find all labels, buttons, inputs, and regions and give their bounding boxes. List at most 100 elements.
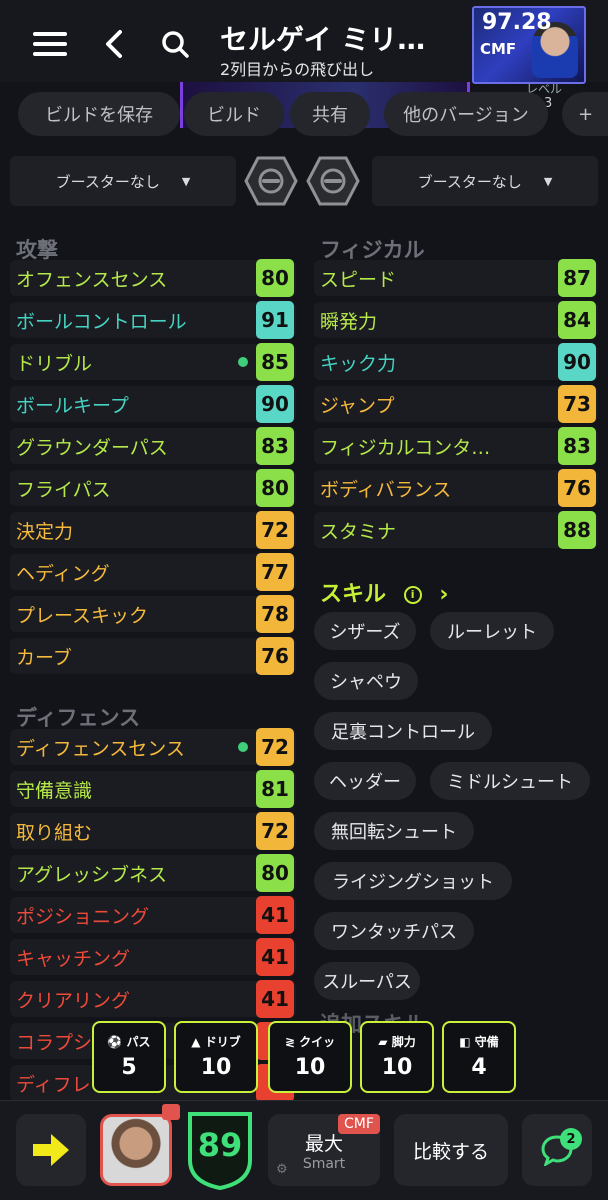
compare-button[interactable]: 比較する bbox=[394, 1114, 508, 1186]
player-name: セルゲイ ミリ… bbox=[220, 23, 426, 56]
boost-tile[interactable]: ▰ 脚力 10 bbox=[360, 1021, 434, 1093]
boost-tile[interactable]: ≷ クイッ 10 bbox=[268, 1021, 352, 1093]
boost-tile-label: クイッ bbox=[299, 1035, 336, 1049]
build-chip[interactable]: ビルド bbox=[184, 92, 284, 136]
defense-stat-label: コラプシ bbox=[16, 1032, 93, 1054]
back-chevron-icon[interactable] bbox=[94, 24, 134, 64]
defense-stat-value: 41 bbox=[256, 938, 294, 976]
boost-tile[interactable]: ▲ ドリブ 10 bbox=[174, 1021, 258, 1093]
boost-tile-header: ◧ 守備 bbox=[444, 1033, 514, 1050]
skill-pill[interactable]: ワンタッチパス bbox=[314, 912, 474, 950]
defense-stat-value: 41 bbox=[256, 896, 294, 934]
defense-stat-value: 72 bbox=[256, 812, 294, 850]
defense-stat-label: ポジショニング bbox=[16, 906, 150, 928]
attack-stat-value: 90 bbox=[256, 385, 294, 423]
attack-stat-row: ボールコントロール bbox=[10, 302, 296, 338]
attack-stat-value: 80 bbox=[256, 259, 294, 297]
physical-stat-value: 84 bbox=[558, 301, 596, 339]
skill-pill[interactable]: シザーズ bbox=[314, 612, 416, 650]
settings-gear-icon: ⚙ bbox=[276, 1162, 288, 1177]
boost-tile-label: 守備 bbox=[474, 1035, 499, 1049]
boot-icon: ▰ bbox=[378, 1035, 392, 1049]
lock-icon bbox=[162, 1104, 180, 1120]
chat-button[interactable] bbox=[522, 1114, 592, 1186]
attack-stat-value: 77 bbox=[256, 553, 294, 591]
save-build-chip[interactable]: ビルドを保存 bbox=[18, 92, 180, 136]
booster-select-right[interactable]: ブースターなし ▼ bbox=[372, 156, 598, 206]
arrow-right-icon bbox=[33, 1134, 69, 1166]
defense-stat-row: ポジショニング bbox=[10, 897, 296, 933]
mode-sub-label: Smart bbox=[302, 1155, 346, 1172]
search-icon[interactable] bbox=[155, 24, 195, 64]
physical-stat-label: ボディバランス bbox=[320, 479, 452, 501]
attack-stat-label: オフェンスセンス bbox=[16, 269, 168, 291]
skill-pill[interactable]: 無回転シュート bbox=[314, 812, 474, 850]
mode-label: 最大 bbox=[304, 1132, 343, 1155]
chat-badge: 2 bbox=[560, 1128, 582, 1150]
info-icon[interactable]: i bbox=[403, 586, 422, 604]
defense-stat-row: 守備意識 bbox=[10, 771, 296, 807]
skill-pill[interactable]: 足裏コントロール bbox=[314, 712, 492, 750]
skill-pill[interactable]: スルーパス bbox=[314, 962, 420, 1000]
caret-down-icon: ▼ bbox=[181, 174, 191, 188]
skill-pill[interactable]: ルーレット bbox=[430, 612, 554, 650]
shield-icon: ◧ bbox=[459, 1035, 475, 1049]
attack-stat-value: 78 bbox=[256, 595, 294, 633]
booster-select-left[interactable]: ブースターなし ▼ bbox=[10, 156, 236, 206]
physical-stat-row: ボディバランス bbox=[314, 470, 598, 506]
defense-stat-row: キャッチング bbox=[10, 939, 296, 975]
defense-stat-value: 41 bbox=[256, 980, 294, 1018]
boost-tile-header: ≷ クイッ bbox=[270, 1033, 350, 1050]
skill-pill[interactable]: シャペウ bbox=[314, 662, 418, 700]
physical-stat-row: フィジカルコンタ… bbox=[314, 428, 598, 464]
attack-stat-label: カーブ bbox=[16, 647, 72, 669]
skills-title[interactable]: スキル i › bbox=[320, 576, 448, 608]
mode-badge: CMF bbox=[338, 1114, 380, 1134]
boost-tile[interactable]: ⚽ パス 5 bbox=[92, 1021, 166, 1093]
attack-stat-value: 76 bbox=[256, 637, 294, 675]
booster-hex-icon-left[interactable] bbox=[244, 156, 298, 206]
defense-stat-value: 80 bbox=[256, 854, 294, 892]
next-button[interactable] bbox=[16, 1114, 86, 1186]
physical-stat-row: スピード bbox=[314, 260, 598, 296]
physical-stat-value: 73 bbox=[558, 385, 596, 423]
defense-stat-label: 守備意識 bbox=[16, 780, 93, 802]
defense-stat-value: 81 bbox=[256, 770, 294, 808]
attack-stat-value: 80 bbox=[256, 469, 294, 507]
card-position: CMF bbox=[480, 40, 517, 58]
skill-pill[interactable]: ライジングショット bbox=[314, 862, 512, 900]
skill-pill[interactable]: ヘッダー bbox=[314, 762, 416, 800]
boost-tile-value: 10 bbox=[381, 1055, 413, 1080]
defense-stat-value: 72 bbox=[256, 728, 294, 766]
player-card[interactable]: 97.28 CMF bbox=[472, 6, 586, 84]
attack-stat-value: 91 bbox=[256, 301, 294, 339]
defense-stat-label: アグレッシブネス bbox=[16, 864, 168, 886]
chevron-right-icon[interactable]: › bbox=[439, 582, 448, 607]
skill-pill[interactable]: ミドルシュート bbox=[430, 762, 590, 800]
share-chip[interactable]: 共有 bbox=[290, 92, 370, 136]
player-avatar[interactable] bbox=[100, 1114, 172, 1186]
boost-dot-icon bbox=[238, 742, 248, 752]
defense-section-title: ディフェンス bbox=[16, 706, 141, 730]
top-header: セルゲイ ミリ… 2列目からの飛び出し 97.28 CMF bbox=[0, 0, 608, 84]
boost-tile-header: ▰ 脚力 bbox=[362, 1033, 432, 1050]
booster-hex-icon-right[interactable] bbox=[306, 156, 360, 206]
defense-stat-row: クリアリング bbox=[10, 981, 296, 1017]
attack-stat-label: グラウンダーパス bbox=[16, 437, 168, 459]
other-versions-chip[interactable]: 他のバージョン bbox=[384, 92, 548, 136]
attack-stat-label: プレースキック bbox=[16, 605, 149, 627]
physical-stat-row: 瞬発力 bbox=[314, 302, 598, 338]
player-playstyle: 2列目からの飛び出し bbox=[220, 60, 375, 79]
boost-tile[interactable]: ◧ 守備 4 bbox=[442, 1021, 516, 1093]
boost-tile-label: 脚力 bbox=[391, 1035, 416, 1049]
boost-dot-icon bbox=[238, 357, 248, 367]
physical-stat-label: 瞬発力 bbox=[320, 311, 378, 333]
add-chip[interactable]: + bbox=[562, 92, 608, 136]
physical-stat-row: キック力 bbox=[314, 344, 598, 380]
physical-stat-label: スピード bbox=[320, 269, 397, 291]
attack-stat-row: グラウンダーパス bbox=[10, 428, 296, 464]
attack-stat-row: プレースキック bbox=[10, 596, 296, 632]
boost-tile-label: パス bbox=[126, 1035, 151, 1049]
menu-icon[interactable] bbox=[30, 24, 70, 64]
caret-down-icon: ▼ bbox=[543, 174, 553, 188]
